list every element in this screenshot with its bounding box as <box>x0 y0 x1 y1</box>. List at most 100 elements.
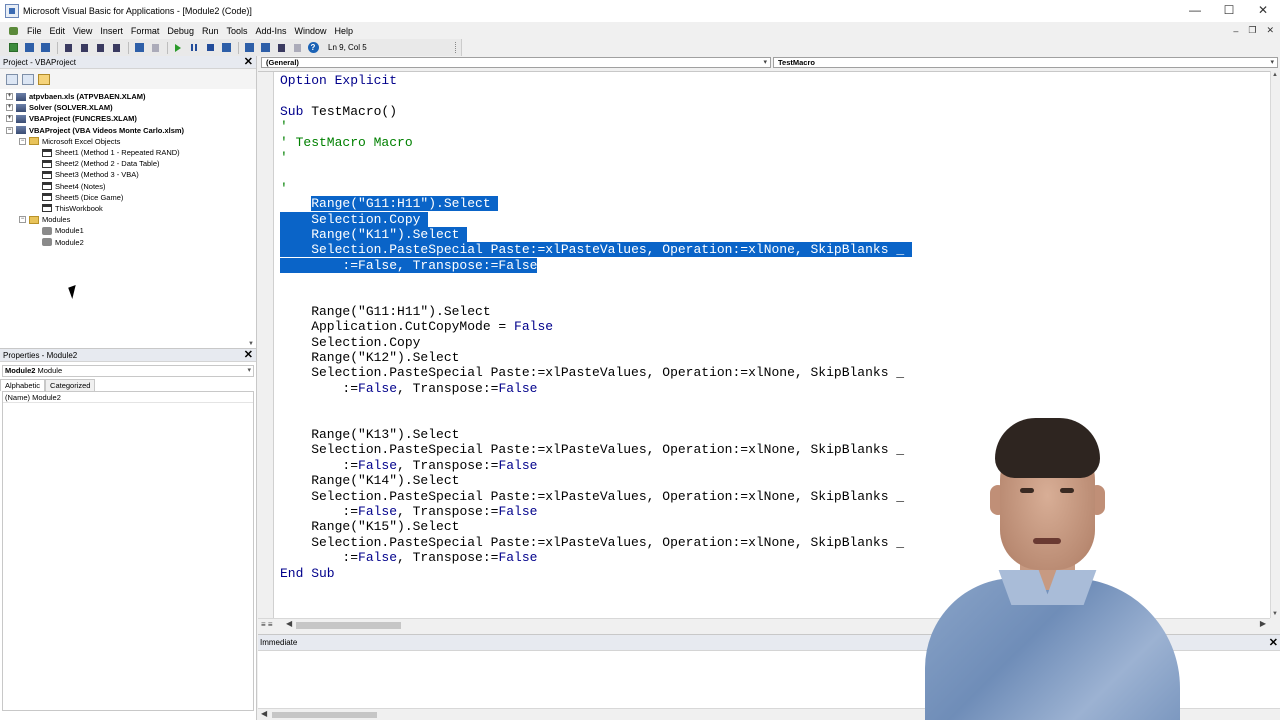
scroll-thumb[interactable] <box>272 712 377 718</box>
menu-debug[interactable]: Debug <box>163 26 198 36</box>
code-line[interactable]: Selection.PasteSpecial Paste:=xlPasteVal… <box>280 489 912 504</box>
code-line[interactable] <box>280 273 912 288</box>
code-line[interactable]: ' <box>280 181 912 196</box>
copy-icon[interactable] <box>77 41 91 54</box>
code-line[interactable]: Selection.PasteSpecial Paste:=xlPasteVal… <box>280 442 912 457</box>
excel-view-icon[interactable] <box>8 25 20 37</box>
menu-view[interactable]: View <box>69 26 96 36</box>
code-line[interactable]: Selection.Copy <box>280 335 912 350</box>
scroll-up-icon[interactable]: ▲ <box>1271 72 1279 78</box>
menu-format[interactable]: Format <box>127 26 164 36</box>
close-button[interactable]: ✕ <box>1246 0 1280 22</box>
tree-item[interactable]: − Microsoft Excel Objects <box>0 136 256 147</box>
tree-item[interactable]: + atpvbaen.xls (ATPVBAEN.XLAM) <box>0 91 256 102</box>
code-line[interactable]: End Sub <box>280 566 912 581</box>
scroll-right-icon[interactable]: ▶ <box>1260 619 1266 628</box>
undo-icon[interactable] <box>132 41 146 54</box>
code-line[interactable]: Range("K15").Select <box>280 519 912 534</box>
run-icon[interactable] <box>171 41 185 54</box>
toolbar-options-handle[interactable] <box>455 42 460 53</box>
properties-window-icon[interactable] <box>258 41 272 54</box>
procedure-combo[interactable]: TestMacro ▾ <box>773 57 1278 68</box>
menu-edit[interactable]: Edit <box>46 26 70 36</box>
menu-window[interactable]: Window <box>291 26 331 36</box>
code-line[interactable]: Selection.PasteSpecial Paste:=xlPasteVal… <box>280 535 912 550</box>
code-line[interactable]: Range("G11:H11").Select <box>280 196 912 212</box>
code-line[interactable]: Range("K14").Select <box>280 473 912 488</box>
code-line[interactable]: :=False, Transpose:=False <box>280 504 912 519</box>
code-vertical-scrollbar[interactable]: ▲ ▼ <box>1270 71 1280 618</box>
project-explorer-icon[interactable] <box>242 41 256 54</box>
help-icon[interactable]: ? <box>306 41 320 54</box>
code-line[interactable]: Range("K11").Select <box>280 226 912 242</box>
expand-toggle-icon[interactable]: + <box>6 115 13 123</box>
code-line[interactable] <box>280 288 912 303</box>
tree-item[interactable]: Sheet1 (Method 1 - Repeated RAND) <box>0 147 256 158</box>
toggle-folders-icon[interactable] <box>38 73 50 85</box>
code-line[interactable]: ' <box>280 119 912 134</box>
property-value[interactable]: Module2 <box>32 393 61 402</box>
code-line[interactable]: Range("K12").Select <box>280 350 912 365</box>
maximize-button[interactable]: ☐ <box>1212 0 1246 22</box>
code-line[interactable]: Application.CutCopyMode = False <box>280 319 912 334</box>
tab-categorized[interactable]: Categorized <box>45 379 96 391</box>
cut-icon[interactable] <box>61 41 75 54</box>
tree-item[interactable]: Sheet4 (Notes) <box>0 181 256 192</box>
code-line[interactable]: Selection.PasteSpecial Paste:=xlPasteVal… <box>280 365 912 380</box>
tree-item[interactable]: − Modules <box>0 214 256 225</box>
code-line[interactable]: :=False, Transpose:=False <box>280 458 912 473</box>
code-line[interactable]: Range("G11:H11").Select <box>280 304 912 319</box>
code-line[interactable]: Range("K13").Select <box>280 427 912 442</box>
mdi-close-button[interactable]: ✕ <box>1266 25 1274 36</box>
object-browser-icon[interactable] <box>274 41 288 54</box>
tree-item[interactable]: Sheet5 (Dice Game) <box>0 192 256 203</box>
code-line[interactable] <box>280 165 912 180</box>
code-line[interactable] <box>280 88 912 103</box>
view-object-icon[interactable] <box>22 73 34 85</box>
code-line[interactable]: Option Explicit <box>280 73 912 88</box>
code-text[interactable]: Option Explicit Sub TestMacro() ' ' TestMa… <box>280 73 912 581</box>
properties-object-select[interactable]: Module2 Module ▾ <box>2 365 254 377</box>
find-icon[interactable] <box>109 41 123 54</box>
paste-icon[interactable] <box>93 41 107 54</box>
mdi-restore-button[interactable]: ❐ <box>1248 25 1256 36</box>
tree-item[interactable]: + VBAProject (FUNCRES.XLAM) <box>0 113 256 124</box>
tree-item[interactable]: Sheet2 (Method 2 - Data Table) <box>0 158 256 169</box>
code-line[interactable]: Sub TestMacro() <box>280 104 912 119</box>
insert-module-icon[interactable] <box>22 41 36 54</box>
view-toggle-icon[interactable]: ≡ ≡ <box>261 620 273 629</box>
menu-insert[interactable]: Insert <box>96 26 127 36</box>
toolbox-icon[interactable] <box>290 41 304 54</box>
view-code-icon[interactable] <box>6 73 18 85</box>
immediate-close-icon[interactable]: ✕ <box>1269 635 1278 651</box>
mdi-minimize-button[interactable]: – <box>1233 26 1238 36</box>
break-icon[interactable] <box>187 41 201 54</box>
code-line[interactable]: :=False, Transpose:=False <box>280 381 912 396</box>
tab-alphabetic[interactable]: Alphabetic <box>0 379 46 391</box>
tree-item[interactable]: ThisWorkbook <box>0 203 256 214</box>
menu-add-ins[interactable]: Add-Ins <box>251 26 290 36</box>
view-excel-icon[interactable] <box>6 41 20 54</box>
scroll-left-icon[interactable]: ◀ <box>261 709 267 718</box>
expand-toggle-icon[interactable]: + <box>6 93 13 101</box>
tree-item[interactable]: Module2 <box>0 236 256 247</box>
code-line[interactable] <box>280 396 912 411</box>
properties-close-icon[interactable]: ✕ <box>244 349 253 362</box>
tree-item[interactable]: + Solver (SOLVER.XLAM) <box>0 102 256 113</box>
menu-tools[interactable]: Tools <box>222 26 251 36</box>
menu-file[interactable]: File <box>23 26 46 36</box>
code-line[interactable]: ' <box>280 150 912 165</box>
scroll-down-icon[interactable]: ▼ <box>1271 611 1279 617</box>
menu-help[interactable]: Help <box>331 26 358 36</box>
code-line[interactable]: :=False, Transpose:=False <box>280 550 912 565</box>
code-margin[interactable] <box>258 72 274 619</box>
reset-icon[interactable] <box>203 41 217 54</box>
scroll-thumb[interactable] <box>296 622 401 629</box>
code-line[interactable]: Selection.PasteSpecial Paste:=xlPasteVal… <box>280 242 912 258</box>
expand-toggle-icon[interactable]: + <box>6 104 13 112</box>
object-combo[interactable]: (General) ▾ <box>261 57 771 68</box>
save-icon[interactable] <box>38 41 52 54</box>
property-row[interactable]: (Name) Module2 <box>3 392 253 403</box>
scroll-left-icon[interactable]: ◀ <box>286 619 292 628</box>
minimize-button[interactable]: — <box>1178 0 1212 22</box>
